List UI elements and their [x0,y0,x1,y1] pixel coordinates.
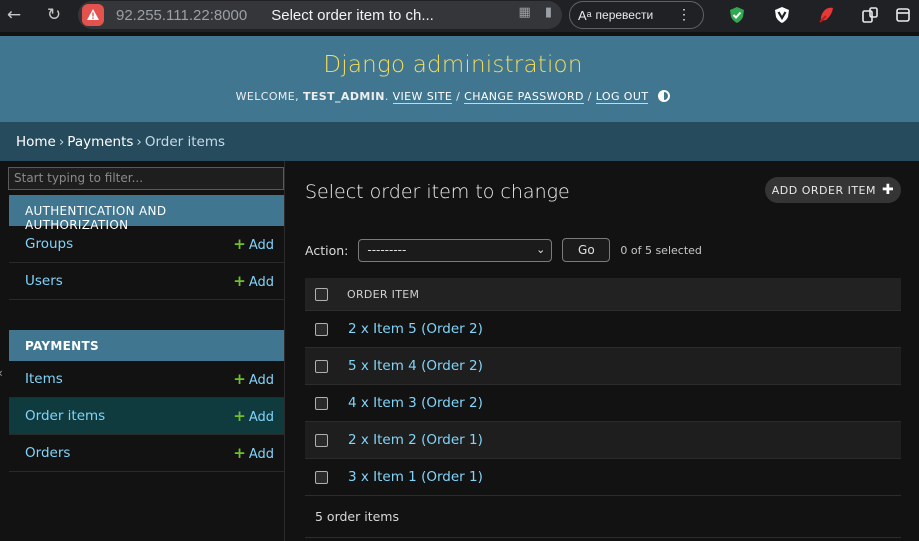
add-icon: + [233,370,246,388]
order-item-link[interactable]: 2 x Item 5 (Order 2) [348,321,483,337]
row-checkbox[interactable] [315,396,328,410]
page-title-text: Select order item to ch... [271,6,434,24]
plus-icon: ✚ [882,182,895,198]
breadcrumb-current: Order items [144,134,226,150]
add-icon: + [233,272,246,290]
actions-bar: Action: --------- ⌄ Go 0 of 5 selected [305,238,702,262]
column-header-order-item[interactable]: ORDER ITEM [347,288,419,301]
table-header: ORDER ITEM [305,278,901,311]
module-auth: AUTHENTICATION AND AUTHORIZATION Groups … [9,195,284,300]
select-all-checkbox[interactable] [315,287,328,301]
sidebar-item-items[interactable]: Items + Add [9,361,284,398]
sidebar-item-users[interactable]: Users + Add [9,263,284,300]
extensions-icon[interactable] [860,5,880,25]
sidebar-item-label[interactable]: Order items [25,408,105,424]
breadcrumb: Home › Payments › Order items [0,122,919,161]
table-row: 3 x Item 1 (Order 1) [305,459,901,496]
row-checkbox[interactable] [315,359,328,373]
add-icon: + [233,407,246,425]
bookmark-icon[interactable]: ▮ [545,5,552,20]
site-brand[interactable]: Django administration [0,52,906,78]
table-row: 4 x Item 3 (Order 2) [305,385,901,422]
module-caption-payments[interactable]: PAYMENTS [9,330,284,361]
action-select[interactable]: --------- ⌄ [358,238,553,262]
row-checkbox[interactable] [315,322,328,336]
back-icon[interactable]: ← [0,1,28,29]
site-info-icon[interactable]: ▦ [519,5,531,20]
breadcrumb-home[interactable]: Home [16,134,56,150]
profile-menu-icon[interactable] [893,5,913,25]
table-row: 5 x Item 4 (Order 2) [305,348,901,385]
add-order-item-button[interactable]: ADD ORDER ITEM ✚ [765,177,901,203]
username: TEST_ADMIN [302,90,385,103]
admin-header: Django administration WELCOME, TEST_ADMI… [0,36,919,122]
order-item-link[interactable]: 2 x Item 2 (Order 1) [348,432,483,448]
add-icon: + [233,235,246,253]
change-password-link[interactable]: CHANGE PASSWORD [464,90,584,104]
log-out-link[interactable]: LOG OUT [595,90,649,104]
sidebar-item-label[interactable]: Orders [25,445,70,461]
red-extension-icon[interactable] [816,5,836,25]
translate-button[interactable]: Aᵃ перевести ⋮ [569,1,704,29]
add-order-items-link[interactable]: + Add [233,407,274,425]
add-items-link[interactable]: + Add [233,370,274,388]
nav-sidebar: Start typing to filter... AUTHENTICATION… [0,161,285,541]
address-bar[interactable]: 92.255.111.22:8000 Select order item to … [78,1,562,29]
action-select-value: --------- [367,242,407,257]
chevron-down-icon: ⌄ [536,242,546,256]
module-payments: PAYMENTS Items + Add Order items + Add Ord… [9,330,284,472]
url-text: 92.255.111.22:8000 [116,6,248,24]
user-tools: WELCOME, TEST_ADMIN. VIEW SITE / CHANGE … [0,90,906,104]
add-users-link[interactable]: + Add [233,272,274,290]
vpn-extension-icon[interactable] [772,5,792,25]
table-row: 2 x Item 2 (Order 1) [305,422,901,459]
sidebar-item-label[interactable]: Items [25,371,63,387]
row-checkbox[interactable] [315,470,328,484]
add-icon: + [233,444,246,462]
browser-toolbar: ← ↻ 92.255.111.22:8000 Select order item… [0,0,919,32]
welcome-text: WELCOME, [235,90,300,103]
result-list: ORDER ITEM 2 x Item 5 (Order 2) 5 x Item… [305,278,901,538]
view-site-link[interactable]: VIEW SITE [392,90,453,104]
reload-icon[interactable]: ↻ [40,1,68,29]
theme-toggle-icon[interactable] [658,90,671,102]
toggle-sidebar-icon[interactable]: ‹ [0,366,3,380]
action-label: Action: [305,242,349,258]
not-secure-icon[interactable] [82,4,104,26]
add-order-item-label: ADD ORDER ITEM [771,183,876,197]
shield-extension-icon[interactable] [727,5,747,25]
add-orders-link[interactable]: + Add [233,444,274,462]
row-checkbox[interactable] [315,433,328,447]
sidebar-item-order-items[interactable]: Order items + Add [9,398,284,435]
order-item-link[interactable]: 3 x Item 1 (Order 1) [348,469,483,485]
paginator: 5 order items [305,496,901,538]
add-groups-link[interactable]: + Add [233,235,274,253]
sidebar-item-label[interactable]: Groups [25,236,73,252]
order-item-link[interactable]: 5 x Item 4 (Order 2) [348,358,483,374]
sidebar-item-orders[interactable]: Orders + Add [9,435,284,472]
translate-label: перевести [595,8,654,22]
go-button[interactable]: Go [562,238,611,262]
main-content: Select order item to change ADD ORDER IT… [286,161,919,541]
order-item-link[interactable]: 4 x Item 3 (Order 2) [348,395,483,411]
selection-counter: 0 of 5 selected [620,243,702,257]
table-row: 2 x Item 5 (Order 2) [305,311,901,348]
module-caption-auth[interactable]: AUTHENTICATION AND AUTHORIZATION [9,195,284,232]
more-icon[interactable]: ⋮ [677,6,691,23]
breadcrumb-payments[interactable]: Payments [67,134,133,150]
nav-filter-input[interactable]: Start typing to filter... [8,167,284,190]
page-title: Select order item to change [305,181,570,203]
sidebar-item-label[interactable]: Users [25,273,63,289]
translate-icon: Aᵃ [578,7,592,23]
